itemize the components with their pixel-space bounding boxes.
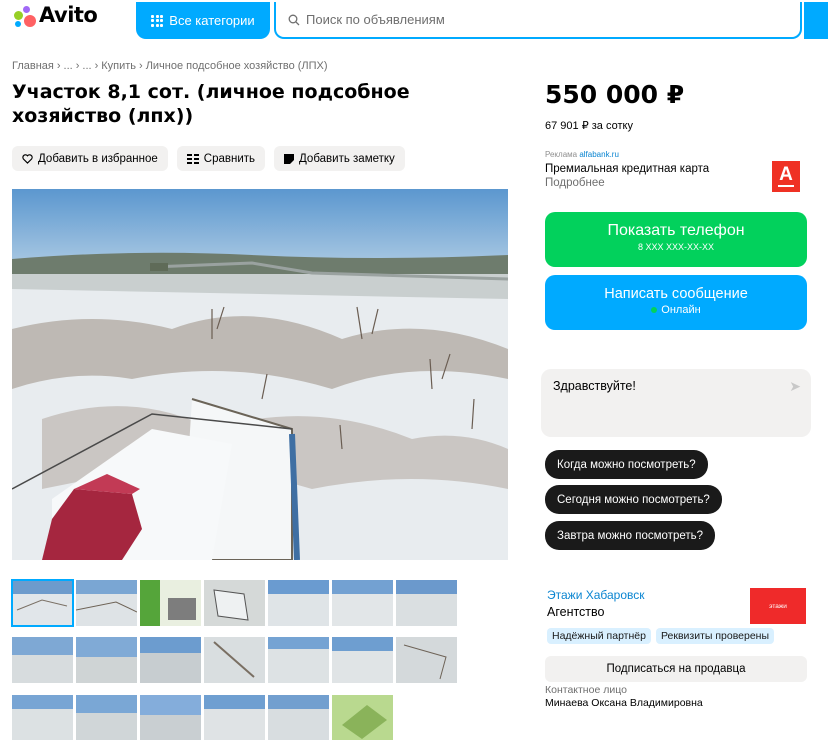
header: Avito Все категории Поиск по объявлениям	[0, 0, 828, 40]
breadcrumb: Главная › ... › ... › Купить › Личное по…	[12, 60, 328, 72]
subscribe-button[interactable]: Подписаться на продавца	[545, 656, 807, 682]
all-categories-button[interactable]: Все категории	[136, 2, 270, 39]
alfabank-logo-letter: А	[779, 164, 793, 185]
thumbnail[interactable]	[332, 637, 393, 683]
write-message-button[interactable]: Написать сообщение Онлайн	[545, 275, 807, 330]
breadcrumb-home[interactable]: Главная	[12, 60, 54, 72]
add-note-label: Добавить заметку	[299, 152, 395, 165]
breadcrumb-separator: ›	[75, 60, 80, 72]
search-icon	[288, 14, 300, 25]
online-dot-icon	[651, 307, 658, 313]
price: 550 000 ₽	[545, 80, 685, 109]
all-categories-label: Все категории	[169, 13, 255, 28]
add-to-favorites-button[interactable]: Добавить в избранное	[12, 146, 168, 171]
seller-logo-text: этажи	[769, 602, 787, 610]
search-placeholder: Поиск по объявлениям	[306, 12, 445, 27]
thumbnail[interactable]	[12, 695, 73, 740]
thumbnail[interactable]	[76, 637, 137, 683]
main-photo[interactable]	[12, 189, 508, 560]
ad-label-text: Реклама	[545, 150, 578, 159]
breadcrumb-category[interactable]: Личное подсобное хозяйство (ЛПХ)	[146, 60, 328, 72]
seller-name[interactable]: Этажи Хабаровск	[547, 588, 645, 602]
badge-details-verified[interactable]: Реквизиты проверены	[655, 628, 775, 644]
breadcrumb-ellipsis[interactable]: ...	[64, 60, 73, 72]
thumbnail[interactable]	[268, 695, 329, 740]
thumbnail[interactable]	[396, 580, 457, 626]
quick-reply-chip[interactable]: Когда можно посмотреть?	[545, 450, 708, 479]
masked-phone: 8 XXX XXX-XX-XX	[637, 242, 715, 252]
thumbnail[interactable]	[76, 695, 137, 740]
add-note-button[interactable]: Добавить заметку	[274, 146, 405, 171]
quick-reply-chip[interactable]: Сегодня можно посмотреть?	[545, 485, 722, 514]
thumbnail[interactable]	[11, 579, 74, 627]
write-message-label: Написать сообщение	[604, 286, 748, 302]
online-status: Онлайн	[545, 304, 807, 316]
online-label: Онлайн	[661, 304, 701, 316]
add-to-favorites-label: Добавить в избранное	[38, 152, 158, 165]
breadcrumb-separator: ›	[94, 60, 99, 72]
seller-type: Агентство	[547, 605, 605, 619]
thumbnail[interactable]	[268, 580, 329, 626]
ad-domain-link[interactable]: alfabank.ru	[579, 150, 619, 159]
breadcrumb-buy[interactable]: Купить	[101, 60, 136, 72]
quick-reply-chip[interactable]: Завтра можно посмотреть?	[545, 521, 716, 550]
seller-logo[interactable]: этажи	[750, 588, 806, 624]
ad-label: Реклама alfabank.ru	[545, 150, 619, 159]
thumbnail[interactable]	[396, 637, 457, 683]
breadcrumb-ellipsis[interactable]: ...	[82, 60, 91, 72]
thumbnail[interactable]	[140, 637, 201, 683]
show-phone-label: Показать телефон	[607, 222, 745, 239]
thumbnail[interactable]	[268, 637, 329, 683]
land-plot-photo	[12, 189, 508, 560]
thumbnail[interactable]	[76, 580, 137, 626]
search-button[interactable]	[804, 2, 828, 39]
badge-reliable-partner[interactable]: Надёжный партнёр	[547, 628, 651, 644]
contact-person-name: Минаева Оксана Владимировна	[545, 697, 703, 709]
heart-icon	[22, 153, 33, 164]
breadcrumb-separator: ›	[56, 60, 61, 72]
thumbnail[interactable]	[204, 637, 265, 683]
thumbnail[interactable]	[204, 580, 265, 626]
seller-badges: Надёжный партнёр Реквизиты проверены	[547, 628, 775, 644]
thumbnail[interactable]	[140, 580, 201, 626]
show-phone-button[interactable]: Показать телефон 8 XXX XXX-XX-XX	[545, 212, 807, 267]
contact-person-label: Контактное лицо	[545, 684, 627, 696]
avito-logo[interactable]: Avito	[12, 2, 98, 28]
breadcrumb-separator: ›	[139, 60, 143, 72]
send-icon[interactable]: ➤	[789, 378, 801, 395]
message-text: Здравствуйте!	[553, 379, 636, 393]
compare-icon	[186, 153, 199, 164]
thumbnail[interactable]	[332, 580, 393, 626]
price-per-unit: 67 901 ₽ за сотку	[545, 120, 633, 132]
search-input[interactable]: Поиск по объявлениям	[274, 2, 802, 39]
page-title: Участок 8,1 сот. (личное подсобное хозяй…	[12, 81, 410, 127]
compare-button[interactable]: Сравнить	[176, 146, 266, 171]
thumbnail[interactable]	[140, 695, 201, 740]
thumbnail[interactable]	[12, 637, 73, 683]
thumbnail[interactable]	[332, 695, 393, 740]
message-input[interactable]: Здравствуйте! ➤	[541, 369, 811, 437]
alfabank-logo[interactable]: А	[772, 161, 800, 192]
ad-title[interactable]: Премиальная кредитная карта	[545, 163, 709, 175]
grid-icon	[151, 14, 164, 27]
logo-dots-icon	[12, 2, 38, 28]
compare-label: Сравнить	[203, 152, 256, 165]
logo-text: Avito	[39, 3, 98, 27]
ad-more-link[interactable]: Подробнее	[545, 177, 605, 189]
listing-actions: Добавить в избранное Сравнить Добавить з…	[12, 146, 405, 171]
note-icon	[284, 153, 295, 164]
thumbnail[interactable]	[204, 695, 265, 740]
